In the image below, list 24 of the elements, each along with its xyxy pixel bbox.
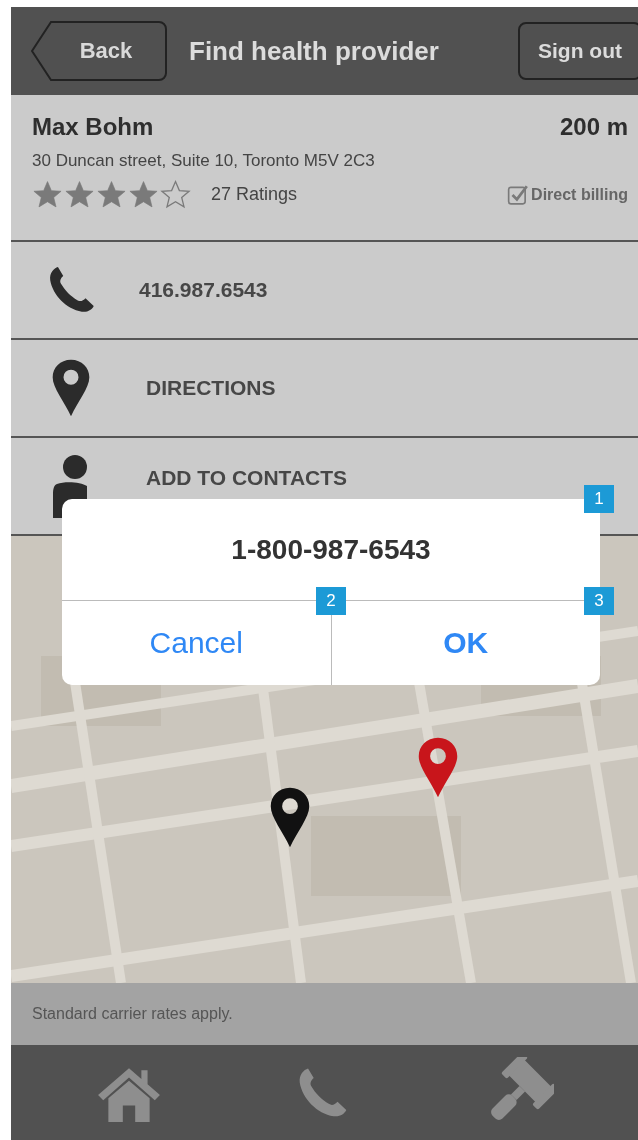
action-row[interactable]: DIRECTIONS bbox=[11, 340, 638, 438]
direct-billing-label: Direct billing bbox=[531, 185, 628, 204]
action-label: DIRECTIONS bbox=[146, 376, 276, 400]
back-button[interactable]: Back bbox=[31, 21, 167, 81]
star-icon bbox=[32, 179, 63, 210]
sign-out-button[interactable]: Sign out bbox=[518, 22, 638, 80]
annotation-badge: 3 bbox=[584, 587, 614, 615]
star-icon bbox=[64, 179, 95, 210]
map-pin-icon bbox=[51, 358, 91, 418]
note-text: Standard carrier rates apply. bbox=[32, 1005, 233, 1023]
action-label: 416.987.6543 bbox=[139, 278, 268, 302]
annotation-badge: 2 bbox=[316, 587, 346, 615]
map-pin-icon[interactable] bbox=[269, 786, 311, 849]
address-text: 30 Duncan street, Suite 10, Toronto M5V 2C3 bbox=[32, 151, 376, 171]
ratings-count: 27 Ratings bbox=[211, 184, 298, 205]
action-label: ADD TO CONTACTS bbox=[146, 466, 348, 490]
action-row[interactable]: 416.987.6543 bbox=[11, 242, 638, 340]
star-icon bbox=[160, 179, 191, 210]
provider-name: Max Bohm bbox=[32, 113, 154, 141]
annotation-badge: 1 bbox=[584, 485, 614, 513]
star-icon bbox=[96, 179, 127, 210]
star-icon bbox=[128, 179, 159, 210]
screen-title: Find health provider bbox=[189, 35, 439, 67]
distance-text: 200 m bbox=[559, 113, 628, 141]
